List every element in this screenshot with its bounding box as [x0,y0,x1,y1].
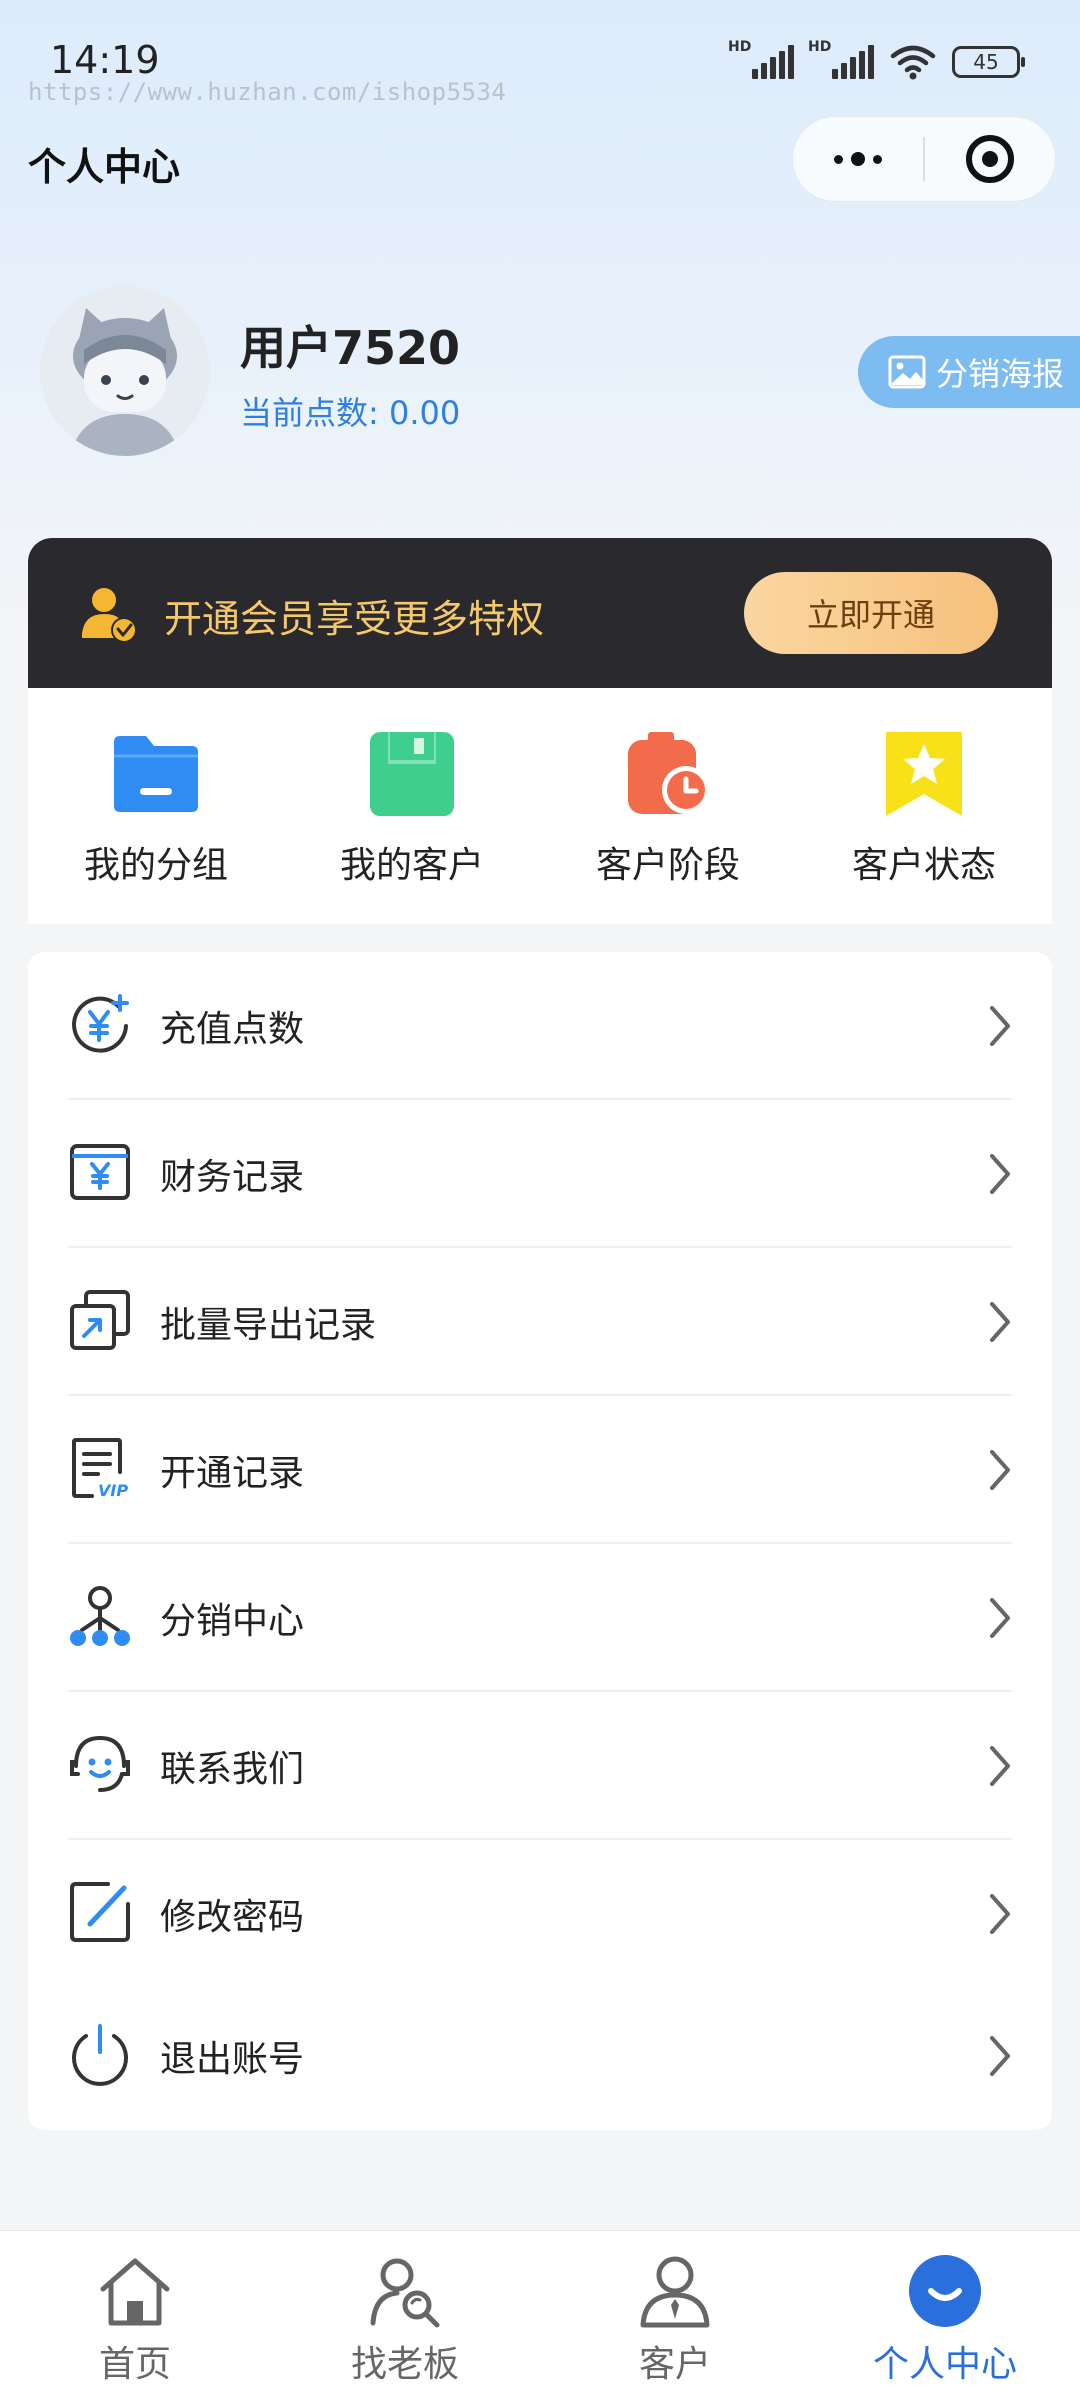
menu-label: 财务记录 [160,1157,305,1198]
menu-item-finance[interactable]: 财务记录 [28,1100,1052,1248]
quick-label: 客户状态 [851,845,996,886]
save-icon [370,732,454,816]
chevron-right-icon [990,1746,1010,1786]
menu-label: 联系我们 [160,1749,305,1790]
find-boss-icon [370,2258,440,2328]
member-promo-text: 开通会员享受更多特权 [164,597,545,641]
finance-icon [70,1144,130,1200]
power-icon [72,2024,128,2086]
image-icon [888,355,926,389]
tab-label: 客户 [638,2344,711,2385]
chevron-right-icon [990,2036,1010,2076]
quick-label: 我的分组 [83,845,228,886]
profile-icon [909,2255,981,2327]
cat-avatar-icon [40,286,210,456]
member-banner: 开通会员享受更多特权 立即开通 [28,538,1052,688]
clock-icon [628,732,710,814]
folder-icon [114,736,198,812]
menu-label: 开通记录 [160,1453,305,1494]
chevron-right-icon [990,1006,1010,1046]
open-membership-button[interactable]: 立即开通 [744,572,998,654]
distribution-icon [70,1586,130,1646]
export-icon [70,1290,130,1350]
points-balance: 当前点数: 0.00 [240,394,461,432]
headset-icon [70,1735,130,1792]
menu-label: 充值点数 [160,1009,305,1050]
quick-actions: 我的分组 我的客户 客户阶段 客户状态 [28,688,1052,924]
tab-find-boss[interactable]: 找老板 [270,2231,540,2400]
menu-item-vip-record[interactable]: VIP 开通记录 [28,1396,1052,1544]
dot-icon [873,154,882,164]
tab-label: 首页 [98,2344,171,2385]
chevron-right-icon [990,1894,1010,1934]
tab-label: 找老板 [350,2344,459,2385]
page-title: 个人中心 [28,145,181,189]
quick-customer-status[interactable]: 客户状态 [796,688,1052,924]
status-icons: HD HD 45 [728,39,1025,80]
battery-level: 45 [973,50,999,74]
mini-program-capsule [792,116,1056,202]
chevron-right-icon [990,1302,1010,1342]
star-bookmark-icon [886,732,962,816]
quick-label: 客户阶段 [595,845,740,886]
username: 用户7520 [240,321,461,375]
chevron-right-icon [990,1598,1010,1638]
menu-item-logout[interactable]: 退出账号 [28,1982,1052,2130]
poster-label: 分销海报 [936,355,1065,393]
quick-customer-stage[interactable]: 客户阶段 [540,688,796,924]
home-icon [100,2258,170,2326]
menu-item-recharge[interactable]: 充值点数 [28,952,1052,1100]
signal-icon: HD [728,39,794,79]
dot-icon [851,152,865,166]
battery-icon: 45 [952,46,1025,78]
svg-text:VIP: VIP [98,1481,128,1500]
chevron-right-icon [990,1450,1010,1490]
recharge-icon [72,994,129,1053]
avatar[interactable] [40,286,210,456]
target-icon [966,135,1014,183]
tab-customer[interactable]: 客户 [540,2231,810,2400]
chevron-right-icon [990,1154,1010,1194]
status-time: 14:19 [50,38,160,82]
status-bar: 14:19 https://www.huzhan.com/ishop5534 H… [0,0,1080,110]
tab-home[interactable]: 首页 [0,2231,270,2400]
menu-label: 退出账号 [160,2039,305,2080]
wifi-icon [890,45,936,80]
menu-list: 充值点数 财务记录 批量导出记录 VIP 开通记录 分销中心 联系我们 修改密码… [28,952,1052,2130]
bottom-tab-bar: 首页 找老板 客户 个人中心 [0,2230,1080,2400]
quick-label: 我的客户 [339,845,484,886]
signal-icon-2: HD [808,39,874,79]
more-menu-button[interactable] [793,117,923,201]
edit-icon [70,1882,130,1942]
quick-my-groups[interactable]: 我的分组 [28,688,284,924]
close-miniprogram-button[interactable] [925,117,1055,201]
vip-record-icon: VIP [72,1438,128,1500]
customer-icon [640,2256,710,2328]
menu-label: 分销中心 [160,1601,305,1642]
watermark-text: https://www.huzhan.com/ishop5534 [28,78,507,106]
menu-label: 批量导出记录 [160,1305,377,1346]
dot-icon [834,154,843,164]
tab-label: 个人中心 [872,2344,1017,2385]
menu-item-contact[interactable]: 联系我们 [28,1692,1052,1840]
menu-item-export[interactable]: 批量导出记录 [28,1248,1052,1396]
distribution-poster-button[interactable]: 分销海报 [858,336,1080,408]
menu-label: 修改密码 [160,1897,305,1938]
tab-profile[interactable]: 个人中心 [810,2231,1080,2400]
quick-my-customers[interactable]: 我的客户 [284,688,540,924]
member-user-icon [82,588,137,643]
menu-item-change-password[interactable]: 修改密码 [28,1840,1052,1988]
menu-item-distribution[interactable]: 分销中心 [28,1544,1052,1692]
